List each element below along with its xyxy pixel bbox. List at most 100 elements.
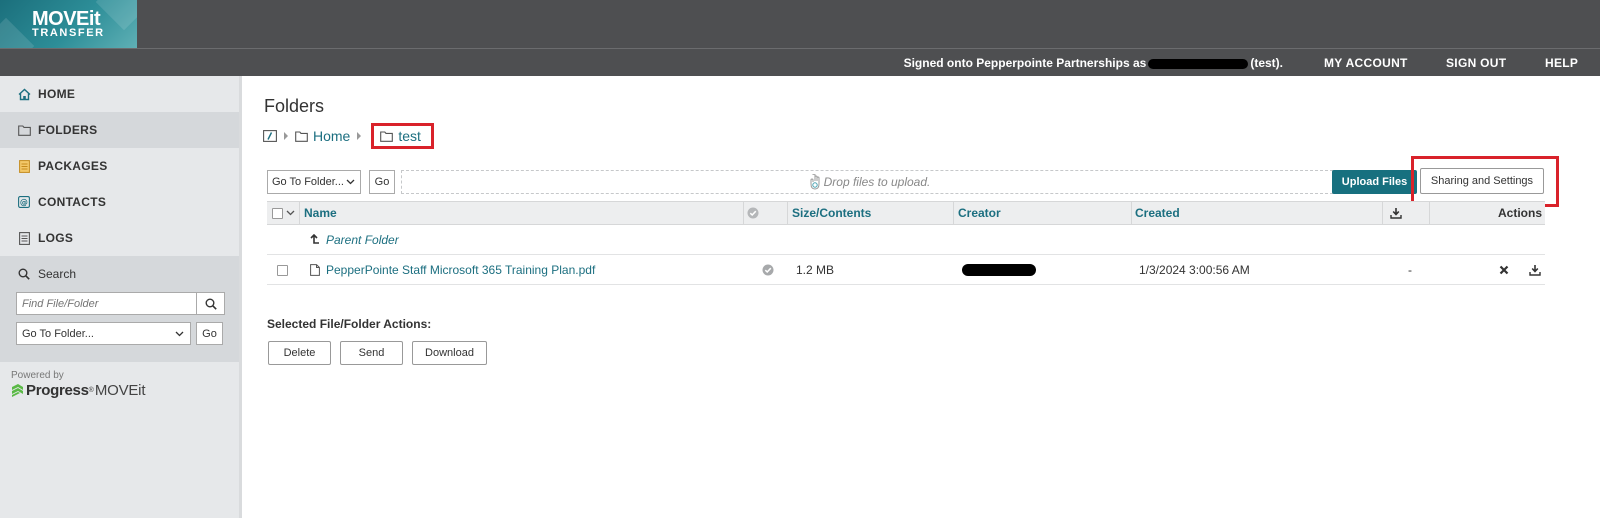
logs-icon: [17, 231, 31, 245]
root-folder-icon[interactable]: [263, 130, 277, 142]
table-row: PepperPointe Staff Microsoft 365 Trainin…: [267, 255, 1545, 285]
sidebar-goto-folder-select[interactable]: Go To Folder...: [16, 322, 191, 345]
breadcrumb-current-folder[interactable]: test: [398, 128, 421, 144]
chevron-down-icon: [175, 331, 184, 336]
column-header-downloads[interactable]: [1390, 202, 1402, 224]
user-bar: Signed onto Pepperpointe Partnerships as…: [0, 48, 1600, 76]
sidebar-item-label: FOLDERS: [38, 123, 98, 137]
as-word: as: [1132, 56, 1147, 70]
row-checkbox-cell[interactable]: [277, 255, 288, 285]
breadcrumb-home-link[interactable]: Home: [313, 128, 350, 144]
progress-brand-text: Progress: [26, 382, 89, 399]
signed-prefix: Signed onto: [903, 56, 973, 70]
check-circle-icon: [762, 264, 774, 276]
signed-on-status: Signed onto Pepperpointe Partnerships as…: [904, 56, 1283, 70]
my-account-link[interactable]: MY ACCOUNT: [1324, 56, 1408, 70]
logo-decoration: [95, 0, 137, 31]
goto-select-value: Go To Folder...: [272, 176, 344, 188]
file-status-cell: [762, 255, 774, 285]
column-separator: [1382, 202, 1383, 224]
top-header: MOVEit TRANSFER: [0, 0, 1600, 48]
column-header-name[interactable]: Name: [304, 202, 337, 224]
column-separator: [1131, 202, 1132, 224]
svg-text:@: @: [20, 198, 28, 207]
sign-out-link[interactable]: SIGN OUT: [1446, 56, 1506, 70]
sharing-and-settings-button[interactable]: Sharing and Settings: [1420, 168, 1544, 194]
sidebar-search-section: Search Go To Folder... Go: [0, 256, 239, 362]
chevron-down-icon: [346, 179, 355, 185]
file-name-link[interactable]: PepperPointe Staff Microsoft 365 Trainin…: [326, 263, 595, 277]
drop-files-zone[interactable]: Drop files to upload.: [401, 170, 1338, 194]
package-icon: [17, 159, 31, 173]
sidebar-item-contacts[interactable]: @ CONTACTS: [0, 184, 239, 220]
download-icon: [1390, 208, 1402, 219]
parent-folder-link[interactable]: Parent Folder: [326, 233, 399, 247]
sidebar: HOME FOLDERS PACKAGES @ CONTACTS LOGS Se…: [0, 76, 242, 518]
search-label: Search: [38, 267, 77, 281]
select-all-checkbox[interactable]: [272, 207, 283, 219]
sidebar-item-logs[interactable]: LOGS: [0, 220, 239, 256]
logo-sub-text: TRANSFER: [32, 27, 105, 39]
goto-row: Go To Folder... Go: [0, 322, 239, 345]
parent-folder-row[interactable]: Parent Folder: [267, 225, 1545, 255]
column-separator: [299, 202, 300, 224]
find-search-button[interactable]: [197, 292, 225, 315]
upload-files-button[interactable]: Upload Files: [1332, 170, 1417, 194]
sidebar-item-label: CONTACTS: [38, 195, 107, 209]
column-header-created[interactable]: Created: [1135, 202, 1180, 224]
contacts-icon: @: [17, 195, 31, 209]
sidebar-item-label: LOGS: [38, 231, 74, 245]
up-arrow-icon: [310, 234, 319, 244]
parent-folder-link-cell[interactable]: Parent Folder: [309, 225, 399, 255]
column-header-size[interactable]: Size/Contents: [792, 202, 871, 224]
goto-select-value: Go To Folder...: [22, 327, 94, 340]
home-icon: [17, 87, 31, 101]
main-content: Folders Home test Go To Folder... Go Dro…: [245, 76, 1600, 518]
select-all-control[interactable]: [272, 202, 295, 224]
column-separator: [953, 202, 954, 224]
goto-go-button[interactable]: Go: [369, 170, 395, 194]
row-checkbox[interactable]: [277, 264, 288, 276]
download-icon: [1529, 265, 1541, 276]
goto-folder-select[interactable]: Go To Folder...: [267, 170, 361, 194]
sidebar-item-packages[interactable]: PACKAGES: [0, 148, 239, 184]
file-name-cell[interactable]: PepperPointe Staff Microsoft 365 Trainin…: [310, 255, 595, 285]
chevron-down-icon[interactable]: [286, 210, 295, 216]
download-button[interactable]: Download: [412, 341, 487, 365]
sidebar-item-folders[interactable]: FOLDERS: [0, 112, 239, 148]
search-icon: [205, 298, 217, 310]
user-suffix: (test).: [1250, 56, 1283, 70]
column-header-actions: Actions: [1497, 206, 1542, 220]
send-button[interactable]: Send: [340, 341, 403, 365]
moveit-transfer-logo[interactable]: MOVEit TRANSFER: [0, 0, 137, 48]
powered-by-label: Powered by: [11, 370, 64, 381]
delete-button[interactable]: Delete: [268, 341, 331, 365]
check-circle-icon: [747, 207, 759, 219]
table-header: Name Size/Contents Creator Created Actio…: [267, 201, 1545, 225]
folder-icon: [295, 130, 308, 142]
column-separator: [743, 202, 744, 224]
sidebar-item-home[interactable]: HOME: [0, 76, 239, 112]
registered-mark: ®: [88, 387, 94, 394]
breadcrumb: Home test: [263, 123, 434, 149]
delete-file-action[interactable]: [1499, 255, 1509, 285]
column-header-status[interactable]: [747, 202, 759, 224]
column-header-creator[interactable]: Creator: [958, 202, 1001, 224]
find-row: [0, 292, 239, 315]
redacted-creator: [962, 264, 1036, 276]
breadcrumb-separator: [357, 132, 362, 140]
page-title: Folders: [264, 96, 325, 116]
progress-logo-icon: [12, 383, 23, 397]
selected-actions-title: Selected File/Folder Actions:: [267, 317, 432, 331]
breadcrumb-separator: [284, 132, 288, 140]
organization-name: Pepperpointe Partnerships: [976, 56, 1130, 70]
upload-drop-icon: [810, 174, 820, 190]
sidebar-go-button[interactable]: Go: [196, 322, 223, 345]
folder-toolbar: Go To Folder... Go Drop files to upload.: [267, 170, 1338, 194]
find-file-folder-input[interactable]: [16, 292, 197, 315]
download-file-action[interactable]: [1529, 255, 1541, 285]
downloads-cell: -: [1408, 263, 1412, 277]
help-link[interactable]: HELP: [1545, 56, 1578, 70]
folder-icon: [17, 123, 31, 137]
powered-by-block: Powered by Progress ® MOVEit: [0, 362, 239, 399]
